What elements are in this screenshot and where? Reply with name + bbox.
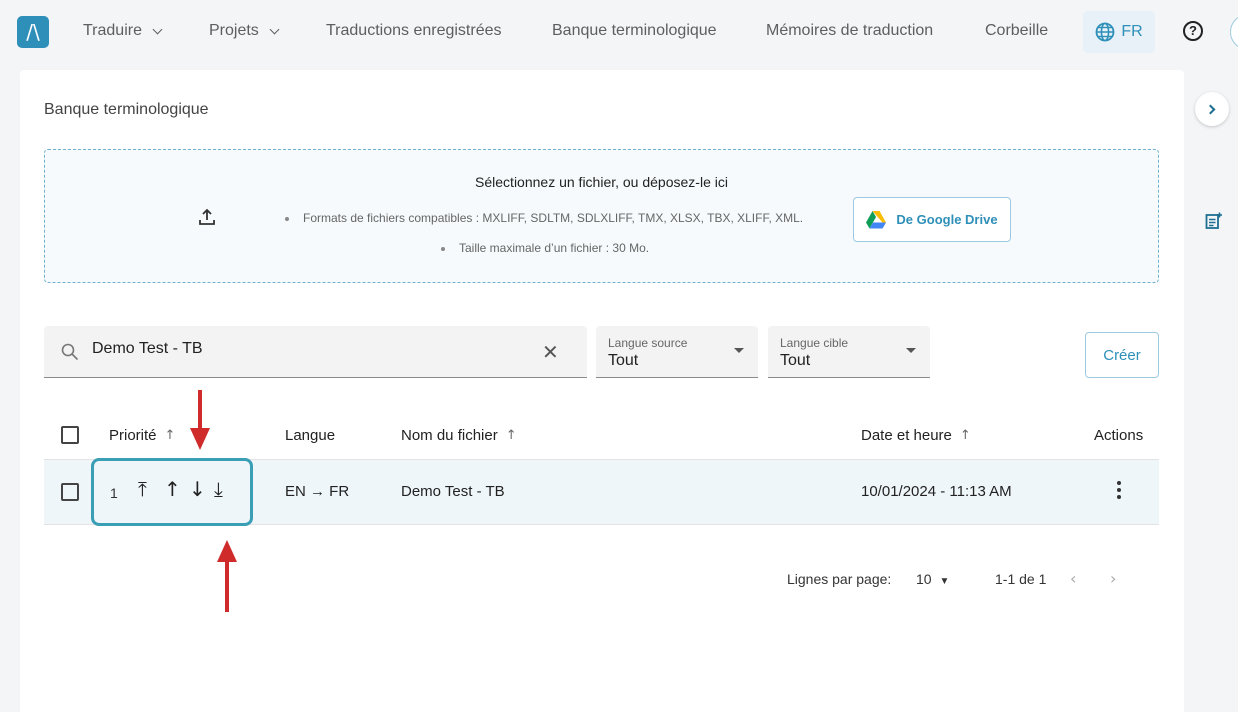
column-language: Langue xyxy=(285,427,336,444)
column-datetime[interactable]: Date et heure ↑ xyxy=(861,427,971,444)
chevron-down-icon xyxy=(152,24,163,34)
chevron-down-icon xyxy=(269,24,280,34)
row-filename: Demo Test - TB xyxy=(401,483,505,500)
column-actions: Actions xyxy=(1094,427,1144,444)
source-language-label: Langue source xyxy=(608,336,688,350)
search-field[interactable]: ✕ xyxy=(44,326,587,378)
top-nav: /\ Traduire Projets Traductions enregist… xyxy=(0,0,1238,62)
nav-projects-label: Projets xyxy=(209,22,259,39)
priority-value: 1 xyxy=(110,485,118,501)
nav-translate-label: Traduire xyxy=(83,22,142,39)
column-filename-label: Nom du fichier xyxy=(401,427,498,444)
column-priority-label: Priorité xyxy=(109,427,157,444)
column-priority[interactable]: Priorité ↑ xyxy=(109,427,175,444)
dropdown-arrow-icon xyxy=(734,348,744,353)
user-avatar[interactable] xyxy=(1230,14,1238,50)
rows-per-page-value: 10 xyxy=(916,571,932,587)
rows-per-page-label: Lignes par page: xyxy=(787,571,892,587)
source-language-value: Tout xyxy=(608,352,639,369)
more-actions-icon[interactable] xyxy=(1117,481,1123,502)
add-note-icon[interactable] xyxy=(1205,212,1223,230)
chevron-right-icon xyxy=(1205,104,1216,114)
nav-translate[interactable]: Traduire xyxy=(83,22,163,40)
sort-arrow-icon: ↑ xyxy=(959,428,971,443)
language-switcher[interactable]: FR xyxy=(1083,11,1155,53)
sort-arrow-icon: ↑ xyxy=(505,428,517,443)
dropdown-arrow-icon xyxy=(906,348,916,353)
nav-projects[interactable]: Projets xyxy=(209,22,280,40)
column-datetime-label: Date et heure xyxy=(861,427,952,444)
nav-saved-translations[interactable]: Traductions enregistrées xyxy=(326,22,502,40)
table-row[interactable]: 1 ⤒ ↑ ↓ ⤓ EN → FR Demo Test - TB 10/01/2… xyxy=(44,458,1159,526)
app-logo[interactable]: /\ xyxy=(17,16,49,48)
formats-text: Formats de fichiers compatibles : MXLIFF… xyxy=(303,211,804,225)
globe-icon xyxy=(1095,22,1115,42)
pagination-range: 1-1 de 1 xyxy=(995,571,1047,587)
language-label: FR xyxy=(1121,23,1143,40)
upload-icon xyxy=(199,208,215,225)
move-to-bottom-icon[interactable]: ⤓ xyxy=(214,479,223,499)
nav-termbase[interactable]: Banque terminologique xyxy=(552,22,717,40)
dropdown-arrow-icon: ▼ xyxy=(939,576,950,587)
rows-per-page-select[interactable]: 10 ▼ xyxy=(916,571,949,587)
select-all-checkbox[interactable] xyxy=(61,426,79,444)
sort-arrow-icon: ↑ xyxy=(164,428,176,443)
table-header: Priorité ↑ Langue Nom du fichier ↑ Date … xyxy=(44,412,1159,460)
move-down-icon[interactable]: ↓ xyxy=(189,479,206,499)
row-datetime: 10/01/2024 - 11:13 AM xyxy=(861,483,1012,500)
search-input[interactable] xyxy=(92,340,532,358)
dropzone-max-size: Taille maximale d’un fichier : 30 Mo. xyxy=(441,241,649,255)
target-language-label: Langue cible xyxy=(780,336,849,350)
bullet xyxy=(441,246,445,251)
row-checkbox[interactable] xyxy=(61,483,79,501)
google-drive-icon xyxy=(866,210,887,228)
target-language-select[interactable]: Langue cible Tout xyxy=(768,326,930,378)
help-icon[interactable]: ? xyxy=(1183,21,1203,41)
page-title: Banque terminologique xyxy=(44,101,209,118)
google-drive-label: De Google Drive xyxy=(896,212,998,227)
row-language: EN → FR xyxy=(285,483,350,500)
google-drive-button[interactable]: De Google Drive xyxy=(853,197,1011,242)
main-panel: Banque terminologique Sélectionnez un fi… xyxy=(20,70,1184,712)
move-up-icon[interactable]: ↑ xyxy=(164,479,181,499)
search-icon xyxy=(61,343,79,361)
clear-icon[interactable]: ✕ xyxy=(542,342,559,362)
column-filename[interactable]: Nom du fichier ↑ xyxy=(401,427,517,444)
prev-page-icon[interactable]: ‹ xyxy=(1070,569,1076,588)
source-language-select[interactable]: Langue source Tout xyxy=(596,326,758,378)
dropzone-title: Sélectionnez un fichier, ou déposez-le i… xyxy=(475,174,728,190)
create-button[interactable]: Créer xyxy=(1085,332,1159,378)
dropzone-formats: Formats de fichiers compatibles : MXLIFF… xyxy=(285,211,803,225)
next-page-icon[interactable]: › xyxy=(1110,569,1116,588)
expand-panel-button[interactable] xyxy=(1195,92,1229,126)
file-dropzone[interactable]: Sélectionnez un fichier, ou déposez-le i… xyxy=(44,149,1159,283)
max-size-text: Taille maximale d’un fichier : 30 Mo. xyxy=(459,241,650,255)
nav-trash[interactable]: Corbeille xyxy=(985,22,1048,40)
nav-translation-memories[interactable]: Mémoires de traduction xyxy=(766,22,933,40)
move-to-top-icon[interactable]: ⤒ xyxy=(138,479,147,499)
right-rail xyxy=(1184,62,1238,712)
bullet xyxy=(285,216,289,221)
target-language-value: Tout xyxy=(780,352,811,369)
